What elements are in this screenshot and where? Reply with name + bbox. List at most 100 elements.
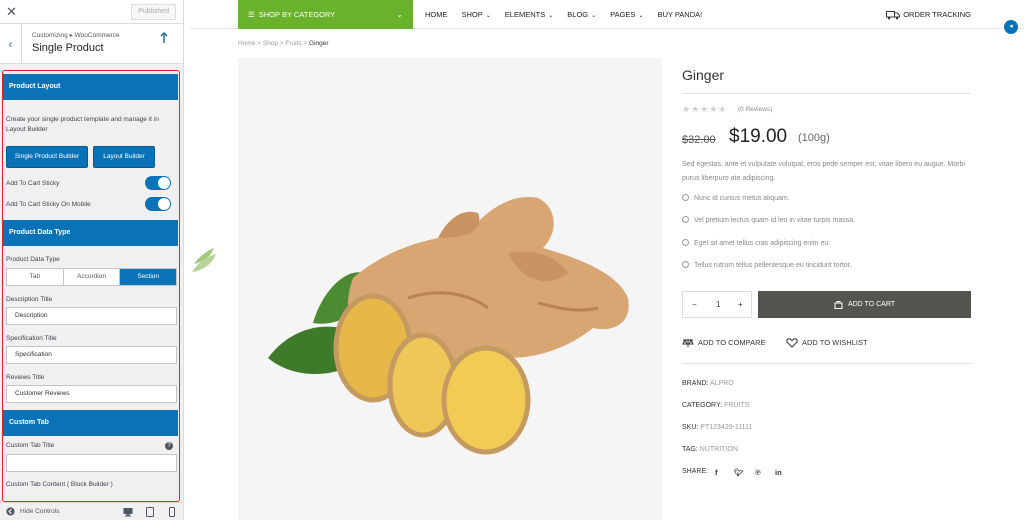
chevron-down-icon: ⌄ <box>548 13 554 19</box>
price: $19.00 <box>729 126 788 147</box>
add-to-cart-sticky-mobile-toggle[interactable] <box>145 197 171 211</box>
help-icon[interactable]: ? <box>165 442 173 450</box>
custom-tab-header[interactable]: Custom Tab <box>3 410 178 436</box>
category-value[interactable]: FRUITS <box>724 402 749 409</box>
breadcrumb: Home > Shop > Fruits > Ginger <box>238 40 329 47</box>
compare-icon <box>682 338 694 348</box>
desktop-preview-icon[interactable] <box>123 507 133 517</box>
quantity-stepper[interactable]: − 1 + <box>682 291 752 318</box>
add-to-cart-sticky-mobile-label: Add To Cart Sticky On Mobile <box>6 201 91 208</box>
ginger-illustration <box>268 197 629 455</box>
specification-title-field[interactable]: Specification <box>6 346 177 364</box>
add-to-compare-button[interactable]: ADD TO COMPARE <box>682 338 766 348</box>
section-header: ‹ Customizing ▸ WooCommerce Single Produ… <box>0 24 183 64</box>
list-item: Nunc id cursus metus aliquam. <box>682 194 790 202</box>
shop-by-category-label: SHOP BY CATEGORY <box>258 10 336 19</box>
divider <box>682 363 971 364</box>
nav-buy-panda[interactable]: BUY PANDA! <box>657 0 702 29</box>
mobile-preview-icon[interactable] <box>169 507 179 517</box>
custom-tab-content-label: Custom Tab Content ( Block Builder ) <box>6 481 113 488</box>
product-data-type-label: Product Data Type <box>6 256 60 263</box>
nav-shop-label: SHOP <box>461 10 483 19</box>
product-layout-header[interactable]: Product Layout <box>3 74 178 100</box>
hide-controls-button[interactable]: Hide Controls <box>20 508 59 515</box>
option-tab[interactable]: Tab <box>7 269 64 285</box>
breadcrumb: Customizing ▸ WooCommerce <box>32 32 120 39</box>
add-to-compare-label: ADD TO COMPARE <box>698 338 766 347</box>
reviews-title-field[interactable]: Customer Reviews <box>6 385 177 403</box>
reviews-link[interactable]: (0 Reviews) <box>738 106 772 113</box>
list-item: Eget sit amet tellus cras adipiscing eni… <box>682 239 830 247</box>
linkedin-icon[interactable]: in <box>775 468 782 477</box>
cart-icon <box>834 300 843 309</box>
layout-builder-button[interactable]: Layout Builder <box>93 146 155 168</box>
brand-label: BRAND: <box>682 380 709 387</box>
site-header: ☰ SHOP BY CATEGORY ⌄ HOME SHOP ⌄ ELEMENTS ⌄… <box>190 0 1024 34</box>
settings-panel: Product Layout Create your single produc… <box>2 70 180 502</box>
circle-icon <box>682 216 689 223</box>
old-price: $32.00 <box>682 134 716 146</box>
tag-label: TAG: <box>682 446 698 453</box>
order-tracking-link[interactable]: ORDER TRACKING <box>886 0 971 29</box>
single-product-builder-button[interactable]: Single Product Builder <box>6 146 88 168</box>
product-sku: SKU: PT123429-11111 <box>682 424 752 431</box>
product-image[interactable] <box>238 58 662 520</box>
circle-icon <box>682 261 689 268</box>
tablet-preview-icon[interactable] <box>146 507 156 517</box>
circle-icon <box>682 239 689 246</box>
option-section[interactable]: Section <box>120 269 177 285</box>
help-icon[interactable] <box>160 31 170 46</box>
page-title: Single Product <box>32 42 104 54</box>
brand-value[interactable]: ALPRO <box>710 380 734 387</box>
breadcrumb-fruits[interactable]: Fruits <box>285 40 301 47</box>
share-label: SHARE: <box>682 468 709 475</box>
facebook-icon[interactable]: f <box>715 468 718 477</box>
specification-title-label: Specification Title <box>6 335 57 342</box>
nav-pages-label: PAGES <box>610 10 636 19</box>
sku-value: PT123429-11111 <box>700 424 753 431</box>
site-preview: ☰ SHOP BY CATEGORY ⌄ HOME SHOP ⌄ ELEMENTS ⌄… <box>190 0 1024 520</box>
tag-value[interactable]: NUTRITION <box>700 446 738 453</box>
chevron-left-icon[interactable]: ◂ <box>1004 20 1018 34</box>
customizer-sidebar: ✕ Published ‹ Customizing ▸ WooCommerce … <box>0 0 184 520</box>
hide-controls-icon[interactable] <box>6 507 16 517</box>
nav-elements[interactable]: ELEMENTS ⌄ <box>505 0 553 29</box>
main-nav: HOME SHOP ⌄ ELEMENTS ⌄ BLOG ⌄ PAGES ⌄ BUY PA… <box>425 0 702 29</box>
custom-tab-title-label: Custom Tab Title <box>6 442 55 449</box>
product-layout-description: Create your single product template and … <box>6 116 159 133</box>
chevron-down-icon: ⌄ <box>638 13 644 19</box>
add-to-cart-button[interactable]: ADD TO CART <box>758 291 971 318</box>
nav-home[interactable]: HOME <box>425 0 448 29</box>
quantity-value[interactable]: 1 <box>716 300 720 309</box>
customizer-topbar: ✕ Published <box>0 0 183 24</box>
product-data-type-header[interactable]: Product Data Type <box>3 220 178 246</box>
custom-tab-title-field[interactable] <box>6 454 177 472</box>
published-button[interactable]: Published <box>131 4 176 20</box>
toggle-knob <box>158 198 170 210</box>
breadcrumb-shop[interactable]: Shop <box>263 40 278 47</box>
add-to-wishlist-button[interactable]: ADD TO WISHLIST <box>786 338 868 348</box>
nav-pages[interactable]: PAGES ⌄ <box>610 0 643 29</box>
pinterest-icon[interactable]: ℗ <box>755 468 761 477</box>
nav-blog[interactable]: BLOG ⌄ <box>567 0 596 29</box>
order-tracking-label: ORDER TRACKING <box>903 10 971 19</box>
list-item: Vel pretium lectus quam id leo in vitae … <box>682 216 855 224</box>
product-title: Ginger <box>682 67 725 83</box>
description-title-field[interactable]: Description <box>6 307 177 325</box>
add-to-cart-label: ADD TO CART <box>847 301 896 308</box>
add-to-cart-sticky-toggle[interactable] <box>145 176 171 190</box>
menu-icon: ☰ <box>248 10 255 19</box>
chevron-down-icon: ⌄ <box>396 10 403 19</box>
product-description: Sed egestas, ante et vulputate volutpat,… <box>682 161 965 182</box>
nav-shop[interactable]: SHOP ⌄ <box>462 0 491 29</box>
product-category: CATEGORY: FRUITS <box>682 402 749 409</box>
breadcrumb-home[interactable]: Home <box>238 40 255 47</box>
increment-button[interactable]: + <box>738 300 743 309</box>
list-item-text: Tellus rutrum tellus pellentesque eu tin… <box>694 262 852 269</box>
option-accordion[interactable]: Accordion <box>64 269 121 285</box>
twitter-icon[interactable]: 🐦︎ <box>734 468 744 477</box>
close-icon[interactable]: ✕ <box>6 4 17 20</box>
decrement-button[interactable]: − <box>692 300 697 309</box>
chevron-left-icon[interactable]: ‹ <box>0 24 22 64</box>
shop-by-category-button[interactable]: ☰ SHOP BY CATEGORY ⌄ <box>238 0 413 29</box>
